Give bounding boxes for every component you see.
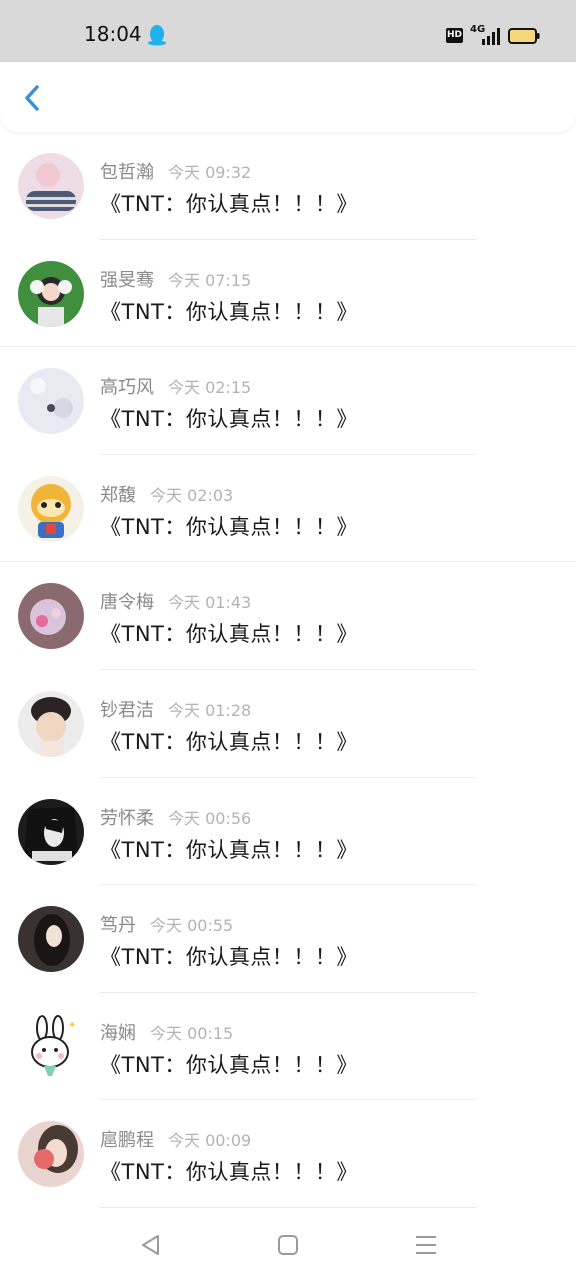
sender-name: 海娴 今天 00:15 <box>100 1022 234 1044</box>
signal-icon <box>482 28 500 45</box>
message-time: 今天 01:28 <box>168 700 252 720</box>
nav-back-button[interactable] <box>138 1232 164 1258</box>
top-header <box>0 62 576 132</box>
avatar <box>18 1121 84 1188</box>
message-text: 《TNT：你认真点！！！》 <box>100 1052 358 1077</box>
message-text: 《TNT：你认真点！！！》 <box>100 945 358 970</box>
avatar <box>18 583 84 650</box>
avatar <box>18 153 84 219</box>
list-item[interactable]: 郑馥 今天 02:03 《TNT：你认真点！！！》 <box>0 455 576 563</box>
system-nav-bar <box>0 1212 576 1280</box>
avatar <box>18 475 84 542</box>
message-time: 今天 07:15 <box>168 270 252 290</box>
message-time: 今天 02:15 <box>168 378 252 398</box>
message-time: 今天 00:09 <box>168 1131 252 1151</box>
avatar <box>18 368 84 435</box>
list-item[interactable]: 笃丹 今天 00:55 《TNT：你认真点！！！》 <box>0 885 576 993</box>
nav-menu-button[interactable] <box>413 1232 439 1258</box>
avatar <box>18 906 84 973</box>
message-text: 《TNT：你认真点！！！》 <box>100 192 358 216</box>
avatar <box>18 798 84 865</box>
back-button[interactable] <box>18 80 48 116</box>
avatar: ✦ <box>18 1013 84 1080</box>
message-text: 《TNT：你认真点！！！》 <box>100 729 358 754</box>
message-text: 《TNT：你认真点！！！》 <box>100 299 358 324</box>
qq-penguin-icon <box>148 25 166 46</box>
svg-text:✦: ✦ <box>68 1020 76 1031</box>
message-time: 今天 00:55 <box>150 916 234 936</box>
nav-home-button[interactable] <box>275 1232 301 1258</box>
status-bar: 18:04 HD 4G <box>0 0 576 62</box>
message-time: 今天 01:43 <box>168 593 252 613</box>
message-text: 《TNT：你认真点！！！》 <box>100 514 358 539</box>
message-text: 《TNT：你认真点！！！》 <box>100 622 358 647</box>
battery-icon <box>508 28 540 44</box>
divider <box>100 1206 476 1208</box>
list-item[interactable]: 强旻骞 今天 07:15 《TNT：你认真点！！！》 <box>0 240 576 348</box>
message-list: 包哲瀚 今天 09:32 《TNT：你认真点！！！》 强旻骞 今天 07:15 《T… <box>0 132 576 1208</box>
sender-name: 扈鹏程 今天 00:09 <box>100 1130 252 1152</box>
square-home-icon <box>278 1235 298 1255</box>
sender-name: 郑馥 今天 02:03 <box>100 484 234 506</box>
message-text: 《TNT：你认真点！！！》 <box>100 837 358 862</box>
list-item[interactable]: ✦ 海娴 今天 00:15 《TNT：你认真点！！！》 <box>0 993 576 1101</box>
list-item[interactable]: 扈鹏程 今天 00:09 《TNT：你认真点！！！》 <box>0 1100 576 1208</box>
hd-badge: HD <box>446 28 463 43</box>
status-time: 18:04 <box>84 22 142 46</box>
triangle-back-icon <box>142 1235 159 1255</box>
message-time: 今天 02:03 <box>150 485 234 505</box>
list-item[interactable]: 高巧风 今天 02:15 《TNT：你认真点！！！》 <box>0 347 576 455</box>
avatar <box>18 690 84 757</box>
list-item[interactable]: 包哲瀚 今天 09:32 《TNT：你认真点！！！》 <box>0 132 576 240</box>
menu-lines-icon <box>416 1236 436 1254</box>
sender-name: 强旻骞 今天 07:15 <box>100 269 252 291</box>
message-time: 今天 09:32 <box>168 163 252 182</box>
message-text: 《TNT：你认真点！！！》 <box>100 407 358 432</box>
sender-name: 唐令梅 今天 01:43 <box>100 592 252 614</box>
sender-name: 包哲瀚 今天 09:32 <box>100 162 252 183</box>
sender-name: 高巧风 今天 02:15 <box>100 377 252 399</box>
list-item[interactable]: 钞君洁 今天 01:28 《TNT：你认真点！！！》 <box>0 670 576 778</box>
sender-name: 劳怀柔 今天 00:56 <box>100 807 252 829</box>
avatar <box>18 260 84 327</box>
sender-name: 钞君洁 今天 01:28 <box>100 699 252 721</box>
message-time: 今天 00:15 <box>150 1023 234 1043</box>
message-time: 今天 00:56 <box>168 808 252 828</box>
message-text: 《TNT：你认真点！！！》 <box>100 1160 358 1185</box>
list-item[interactable]: 劳怀柔 今天 00:56 《TNT：你认真点！！！》 <box>0 778 576 886</box>
chevron-left-icon <box>25 85 39 111</box>
sender-name: 笃丹 今天 00:55 <box>100 915 234 937</box>
list-item[interactable]: 唐令梅 今天 01:43 《TNT：你认真点！！！》 <box>0 562 576 670</box>
